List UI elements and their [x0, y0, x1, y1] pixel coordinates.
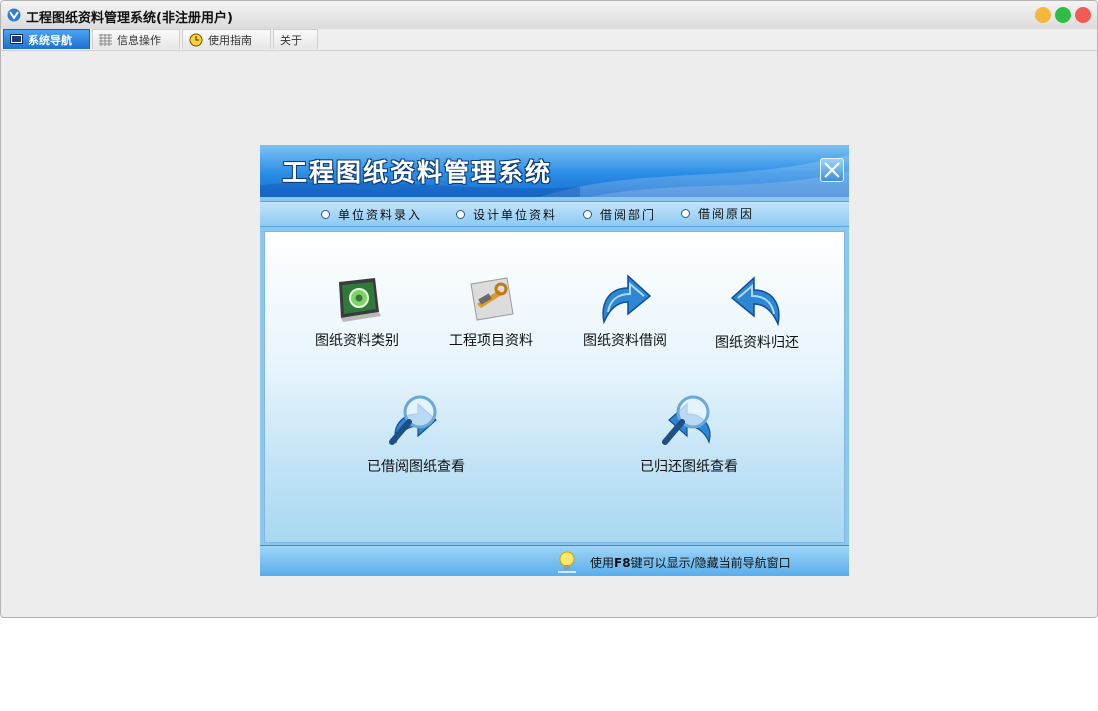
radio-icon [583, 210, 592, 219]
magnifier-arrow-right-icon [389, 395, 437, 445]
magnifier-arrow-left-icon [662, 395, 711, 445]
radio-icon [456, 210, 465, 219]
action-label: 已借阅图纸查看 [367, 459, 465, 475]
hint-suffix: 键可以显示/隐藏当前导航窗口 [630, 556, 791, 570]
app-logo-icon [7, 8, 21, 22]
menu-borrow-reason[interactable]: 借阅原因 [681, 205, 754, 222]
tab-label: 关于 [280, 33, 302, 47]
menu-label: 借阅部门 [600, 208, 657, 222]
action-view-borrowed[interactable]: 已借阅图纸查看 [358, 390, 474, 476]
minimize-button[interactable] [1035, 7, 1051, 23]
tools-icon [470, 277, 514, 321]
maximize-button[interactable] [1055, 7, 1071, 23]
action-label: 图纸资料借阅 [583, 333, 667, 349]
clock-icon [189, 33, 203, 46]
radio-icon [681, 209, 690, 218]
tab-bar: 系统导航 信息操作 使用指南 关于 [1, 29, 1097, 51]
action-drawing-borrow[interactable]: 图纸资料借阅 [577, 272, 673, 350]
hint-key: F8 [614, 556, 631, 570]
panel-footer: 使用F8键可以显示/隐藏当前导航窗口 [260, 545, 849, 576]
panel-header: 工程图纸资料管理系统 [260, 145, 849, 197]
tab-info-operation[interactable]: 信息操作 [92, 29, 180, 49]
window-title: 工程图纸资料管理系统(非注册用户) [26, 11, 233, 26]
close-icon [824, 162, 840, 178]
navigation-panel: 工程图纸资料管理系统 单位资料录入 设计单位资料 借阅部门 借阅原因 图纸资料类… [260, 145, 849, 576]
panel-title: 工程图纸资料管理系统 [282, 158, 553, 187]
tab-label: 信息操作 [117, 33, 161, 47]
menu-label: 借阅原因 [698, 207, 755, 221]
menu-design-unit-data[interactable]: 设计单位资料 [456, 206, 557, 223]
tab-about[interactable]: 关于 [273, 29, 318, 49]
tab-system-nav[interactable]: 系统导航 [3, 29, 90, 49]
action-view-returned[interactable]: 已归还图纸查看 [631, 390, 747, 476]
app-window: 工程图纸资料管理系统(非注册用户) 系统导航 信息操作 使用指南 关于 工程图纸… [0, 0, 1098, 618]
footer-hint: 使用F8键可以显示/隐藏当前导航窗口 [590, 554, 791, 571]
action-label: 图纸资料归还 [715, 335, 799, 351]
menu-unit-data-entry[interactable]: 单位资料录入 [321, 206, 422, 223]
tab-user-guide[interactable]: 使用指南 [182, 29, 271, 49]
hint-prefix: 使用 [590, 556, 615, 570]
arrow-left-icon [730, 276, 780, 326]
tab-label: 使用指南 [208, 33, 252, 47]
panel-content: 图纸资料类别 工程项目资料 图纸资料借阅 图纸资料归还 已借阅图纸查看 已归还图… [264, 231, 845, 543]
menu-label: 设计单位资料 [473, 208, 558, 222]
action-label: 工程项目资料 [449, 333, 533, 349]
tab-label: 系统导航 [28, 33, 72, 47]
monitor-icon [10, 34, 23, 44]
action-project-data[interactable]: 工程项目资料 [443, 274, 539, 350]
panel-menu-strip: 单位资料录入 设计单位资料 借阅部门 借阅原因 [260, 201, 849, 227]
radio-icon [321, 210, 330, 219]
action-drawing-category[interactable]: 图纸资料类别 [309, 274, 405, 350]
menu-label: 单位资料录入 [338, 208, 423, 222]
title-bar: 工程图纸资料管理系统(非注册用户) [1, 1, 1097, 30]
close-button[interactable] [1075, 7, 1091, 23]
menu-borrow-department[interactable]: 借阅部门 [583, 206, 656, 223]
panel-close-button[interactable] [820, 158, 844, 182]
gear-monitor-icon [339, 278, 381, 322]
action-drawing-return[interactable]: 图纸资料归还 [709, 274, 805, 352]
grid-icon [99, 33, 112, 46]
action-label: 已归还图纸查看 [640, 459, 738, 475]
arrow-right-icon [602, 274, 652, 324]
action-label: 图纸资料类别 [315, 333, 399, 349]
lightbulb-icon [558, 551, 576, 573]
